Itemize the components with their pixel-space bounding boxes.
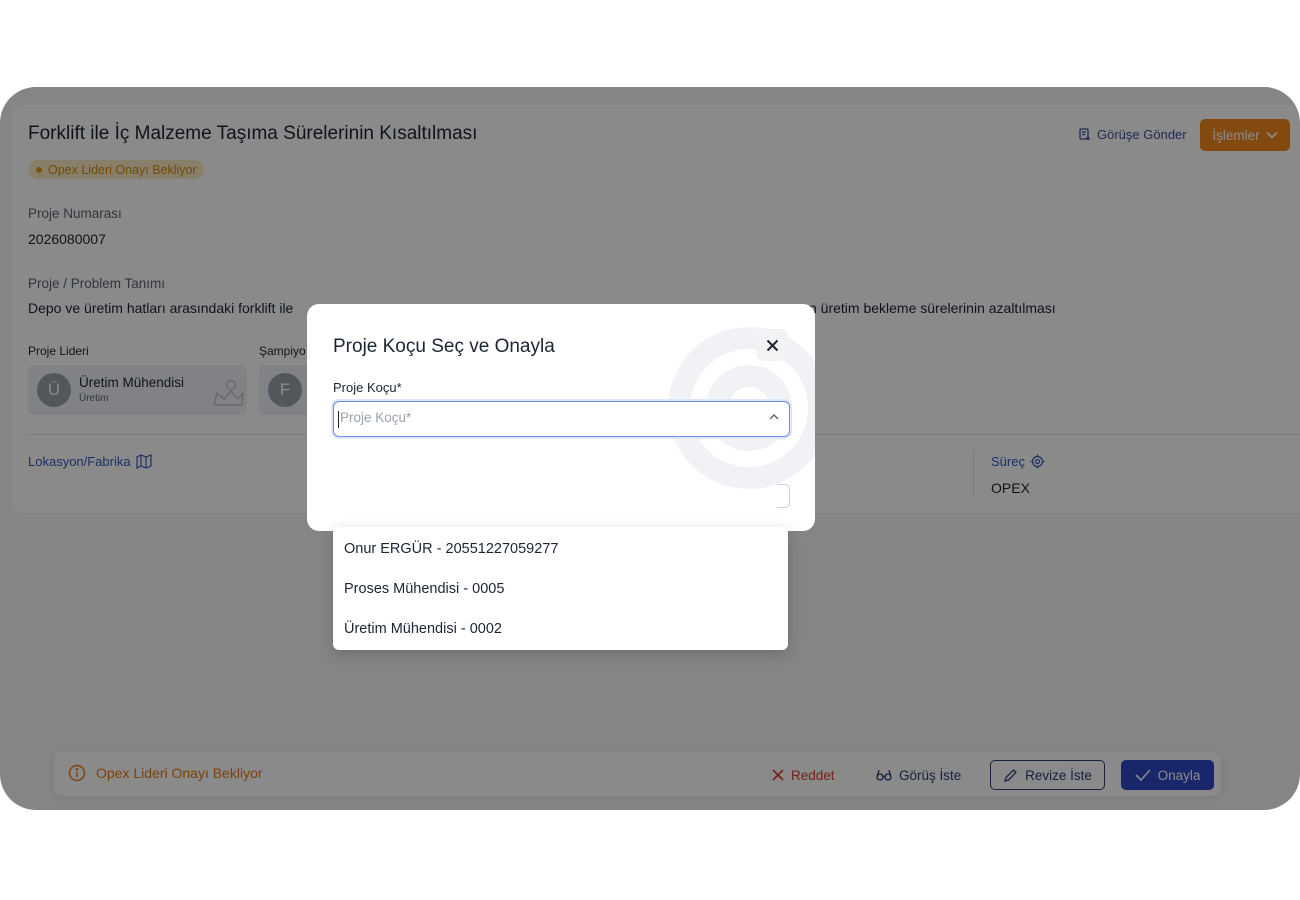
select-coach-modal: Proje Koçu Seç ve Onayla Proje Koçu*	[307, 304, 815, 531]
modal-title: Proje Koçu Seç ve Onayla	[333, 336, 555, 357]
coach-option[interactable]: Onur ERGÜR - 20551227059277	[333, 529, 788, 569]
app-frame: Forklift ile İç Malzeme Taşıma Sürelerin…	[0, 87, 1300, 810]
modal-close-button[interactable]	[756, 329, 788, 361]
coach-option[interactable]: Üretim Mühendisi - 0002	[333, 609, 788, 649]
coach-option[interactable]: Proses Mühendisi - 0005	[333, 569, 788, 609]
chevron-up-icon[interactable]	[769, 413, 779, 420]
text-caret	[338, 411, 339, 428]
project-coach-input[interactable]	[340, 410, 750, 425]
close-icon	[766, 339, 778, 351]
project-coach-options: Onur ERGÜR - 20551227059277 Proses Mühen…	[333, 527, 788, 650]
modal-footer-button[interactable]	[777, 484, 790, 508]
project-coach-select[interactable]	[333, 401, 790, 437]
project-coach-label: Proje Koçu*	[333, 380, 402, 395]
